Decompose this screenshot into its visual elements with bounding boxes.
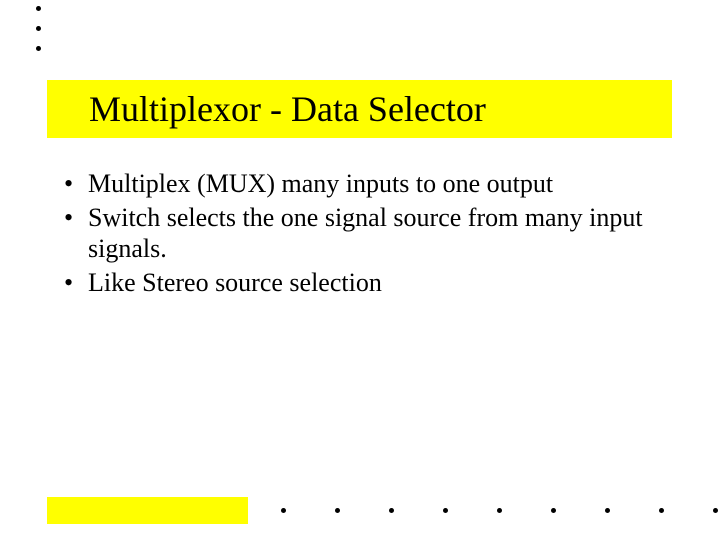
- decor-dot: [713, 508, 718, 513]
- decor-dot: [659, 508, 664, 513]
- slide: Multiplexor - Data Selector Multiplex (M…: [0, 0, 720, 540]
- decor-dot: [36, 46, 41, 51]
- decor-dot: [443, 508, 448, 513]
- decor-dot: [36, 26, 41, 31]
- bullet-item: Multiplex (MUX) many inputs to one outpu…: [64, 168, 664, 200]
- decor-dot: [335, 508, 340, 513]
- decor-dot: [605, 508, 610, 513]
- bullet-list: Multiplex (MUX) many inputs to one outpu…: [64, 168, 664, 301]
- decor-dot: [497, 508, 502, 513]
- decor-dot: [36, 6, 41, 11]
- slide-title: Multiplexor - Data Selector: [47, 88, 486, 130]
- bullet-item: Switch selects the one signal source fro…: [64, 202, 664, 265]
- bullet-item: Like Stereo source selection: [64, 267, 664, 299]
- footer-bar: [47, 497, 248, 524]
- decor-dot: [389, 508, 394, 513]
- decor-dot: [551, 508, 556, 513]
- decor-dot: [281, 508, 286, 513]
- title-bar: Multiplexor - Data Selector: [47, 80, 672, 138]
